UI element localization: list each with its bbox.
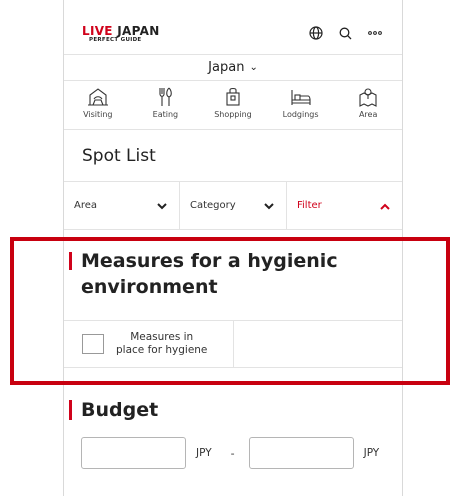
budget-max-input[interactable] <box>248 437 354 469</box>
category-label: Lodgings <box>282 110 319 119</box>
hygiene-label-line1: Measures in <box>130 331 194 343</box>
hygiene-section-title: Measures for a hygienic environment <box>81 248 338 300</box>
utensils-icon <box>159 87 173 106</box>
category-visiting[interactable]: Visiting <box>64 82 132 129</box>
hygiene-checkbox-label: Measures in place for hygiene <box>116 331 207 357</box>
more-options-icon[interactable] <box>366 24 384 42</box>
filter-bar: Area Category Filter <box>64 182 402 230</box>
hygiene-title-line1: Measures for a hygienic <box>81 250 338 272</box>
category-label: Visiting <box>83 110 113 119</box>
logo-subtitle: PERFECT GUIDE <box>89 37 142 43</box>
area-dropdown[interactable]: Area <box>64 182 179 229</box>
bed-icon <box>291 90 311 105</box>
shopping-bag-icon <box>226 87 240 106</box>
country-selector[interactable]: Japan ⌄ <box>64 54 402 81</box>
budget-section-heading: Budget <box>69 397 158 423</box>
hygiene-title-line2: environment <box>81 276 218 298</box>
chevron-down-icon <box>264 199 274 213</box>
budget-range: JPY - JPY <box>81 437 391 469</box>
mountain-icon <box>87 88 108 106</box>
globe-icon[interactable] <box>307 24 325 42</box>
category-dropdown[interactable]: Category <box>179 182 286 229</box>
section-accent-bar <box>69 400 72 420</box>
filter-toggle[interactable]: Filter <box>286 182 402 229</box>
category-dropdown-label: Category <box>190 200 236 211</box>
chevron-up-icon <box>380 199 390 213</box>
budget-separator: - <box>230 446 235 460</box>
hygiene-checkbox[interactable] <box>82 334 104 354</box>
live-japan-logo[interactable]: LIVE JAPAN PERFECT GUIDE <box>82 25 160 44</box>
section-accent-bar <box>69 252 72 270</box>
budget-section-title: Budget <box>81 399 159 421</box>
chevron-down-icon <box>157 199 167 213</box>
chevron-down-icon: ⌄ <box>249 62 258 73</box>
budget-max-unit: JPY <box>363 447 380 459</box>
category-lodgings[interactable]: Lodgings <box>267 82 335 129</box>
logo-main-text: JAPAN <box>112 24 160 38</box>
budget-min-unit: JPY <box>196 447 212 459</box>
category-label: Shopping <box>214 110 252 119</box>
filter-label: Filter <box>297 200 322 211</box>
search-icon[interactable] <box>336 24 354 42</box>
top-bar: LIVE JAPAN PERFECT GUIDE <box>64 0 402 52</box>
category-label: Eating <box>152 110 179 119</box>
country-label: Japan <box>208 60 245 75</box>
category-shopping[interactable]: Shopping <box>199 82 267 129</box>
budget-min-input[interactable] <box>81 437 186 469</box>
area-dropdown-label: Area <box>74 200 98 211</box>
mobile-page: LIVE JAPAN PERFECT GUIDE Japan ⌄ Visitin… <box>63 0 403 496</box>
hygiene-section-heading: Measures for a hygienic environment <box>69 248 338 300</box>
category-area[interactable]: Area <box>334 82 402 129</box>
hygiene-options: Measures in place for hygiene <box>64 320 402 368</box>
category-label: Area <box>358 110 378 119</box>
category-eating[interactable]: Eating <box>132 82 200 129</box>
page-title: Spot List <box>64 130 402 182</box>
hygiene-label-line2: place for hygiene <box>116 344 208 356</box>
map-pin-icon <box>359 88 377 107</box>
spot-list-title: Spot List <box>82 145 156 166</box>
category-nav: Visiting Eating Shopping Lodgings Area <box>64 82 402 130</box>
logo-accent-text: LIVE <box>82 24 113 38</box>
hygiene-checkbox-option[interactable]: Measures in place for hygiene <box>64 321 234 367</box>
